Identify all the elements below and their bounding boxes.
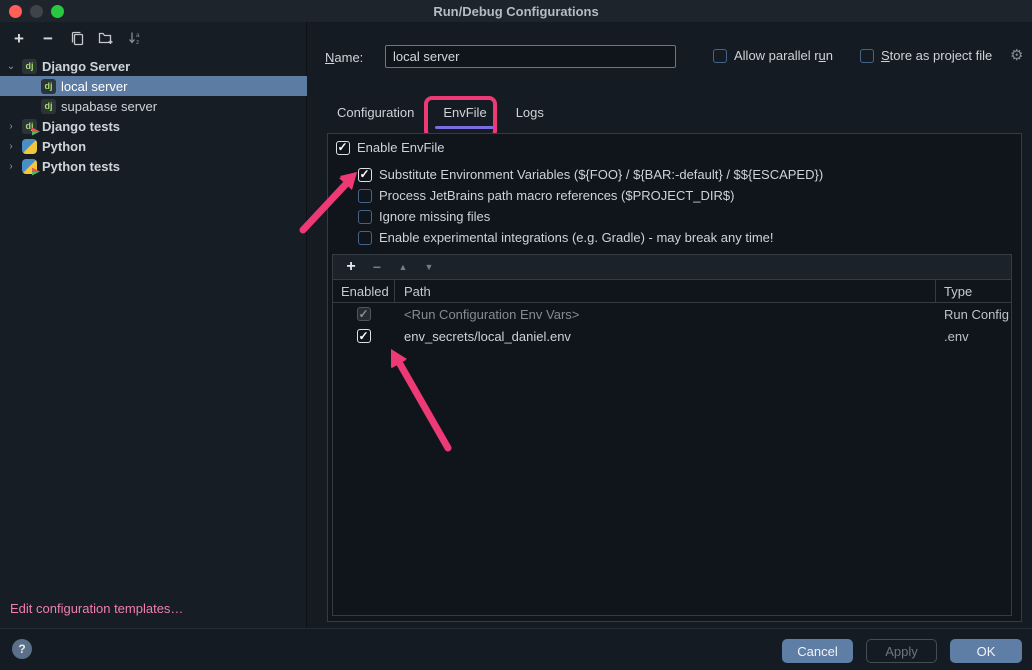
chevron-right-icon[interactable]: ›: [0, 161, 22, 172]
checkbox-icon[interactable]: [860, 49, 874, 63]
help-button[interactable]: ?: [12, 639, 32, 659]
chevron-right-icon[interactable]: ›: [0, 121, 22, 132]
zoom-window-button[interactable]: [51, 5, 64, 18]
chevron-down-icon[interactable]: ⌄: [0, 61, 22, 72]
django-icon: [22, 59, 37, 74]
tree-item-python[interactable]: › Python: [0, 136, 307, 156]
dialog-footer: ? Cancel Apply OK: [0, 628, 1032, 670]
checkbox-checked-icon[interactable]: [358, 168, 372, 182]
window-title: Run/Debug Configurations: [0, 4, 1032, 19]
column-header-path[interactable]: Path: [395, 280, 936, 302]
tree-item-python-tests[interactable]: › Python tests: [0, 156, 307, 176]
checkbox-icon[interactable]: [358, 189, 372, 203]
tab-logs[interactable]: Logs: [516, 105, 544, 129]
minimize-window-button[interactable]: [30, 5, 43, 18]
svg-text:z: z: [136, 39, 139, 46]
column-header-enabled[interactable]: Enabled: [333, 280, 395, 302]
move-up-icon[interactable]: ▲: [396, 260, 410, 274]
allow-parallel-run-checkbox[interactable]: Allow parallel run: [713, 48, 833, 63]
copy-icon[interactable]: [68, 29, 86, 47]
remove-icon[interactable]: −: [39, 29, 57, 47]
python-tests-icon: [22, 159, 37, 174]
name-input[interactable]: [385, 45, 676, 68]
cancel-button[interactable]: Cancel: [782, 639, 853, 663]
table-toolbar: + − ▲ ▼: [333, 255, 1011, 279]
tree-item-local-server[interactable]: local server: [0, 76, 307, 96]
column-header-type[interactable]: Type: [936, 280, 1011, 302]
tree-item-django-server[interactable]: ⌄ Django Server: [0, 56, 307, 76]
django-icon: [41, 99, 56, 114]
store-as-project-file-checkbox[interactable]: Store as project file: [860, 48, 992, 63]
tab-bar: Configuration EnvFile Logs: [337, 105, 544, 129]
new-folder-icon[interactable]: [97, 29, 115, 47]
python-icon: [22, 139, 37, 154]
django-tests-icon: [22, 119, 37, 134]
run-debug-configurations-dialog: Run/Debug Configurations + − az ⌄ Django…: [0, 0, 1032, 670]
name-label: Name:: [325, 50, 363, 65]
env-files-table: + − ▲ ▼ Enabled Path Type <Run Configura…: [332, 254, 1012, 616]
checkbox-icon[interactable]: [358, 231, 372, 245]
tree-item-django-tests[interactable]: › Django tests: [0, 116, 307, 136]
gear-icon[interactable]: ⚙: [1010, 48, 1026, 64]
checkbox-icon[interactable]: [713, 49, 727, 63]
remove-icon[interactable]: −: [370, 260, 384, 274]
edit-configuration-templates-link[interactable]: Edit configuration templates…: [10, 601, 183, 616]
move-down-icon[interactable]: ▼: [422, 260, 436, 274]
add-icon[interactable]: +: [10, 29, 28, 47]
checkbox-checked-disabled-icon: [357, 307, 371, 321]
add-icon[interactable]: +: [344, 260, 358, 274]
chevron-right-icon[interactable]: ›: [0, 141, 22, 152]
substitute-env-vars-checkbox[interactable]: Substitute Environment Variables (${FOO}…: [358, 167, 823, 182]
checkbox-checked-icon[interactable]: [336, 141, 350, 155]
process-path-macro-checkbox[interactable]: Process JetBrains path macro references …: [358, 188, 734, 203]
ignore-missing-files-checkbox[interactable]: Ignore missing files: [358, 209, 490, 224]
apply-button[interactable]: Apply: [866, 639, 937, 663]
svg-text:a: a: [136, 32, 140, 39]
title-bar: Run/Debug Configurations: [0, 0, 1032, 22]
table-row[interactable]: <Run Configuration Env Vars> Run Config: [333, 303, 1011, 325]
tree-item-supabase-server[interactable]: supabase server: [0, 96, 307, 116]
sidebar-toolbar: + − az: [0, 22, 306, 54]
table-header: Enabled Path Type: [333, 279, 1011, 303]
ok-button[interactable]: OK: [950, 639, 1022, 663]
django-icon: [41, 79, 56, 94]
experimental-integrations-checkbox[interactable]: Enable experimental integrations (e.g. G…: [358, 230, 774, 245]
checkbox-checked-icon[interactable]: [357, 329, 371, 343]
tab-envfile[interactable]: EnvFile: [443, 105, 486, 129]
tab-configuration[interactable]: Configuration: [337, 105, 414, 129]
configuration-tree: ⌄ Django Server local server supabase se…: [0, 56, 307, 176]
enable-envfile-checkbox[interactable]: Enable EnvFile: [336, 140, 444, 155]
sort-alpha-icon[interactable]: az: [126, 29, 144, 47]
table-row[interactable]: env_secrets/local_daniel.env .env: [333, 325, 1011, 347]
configurations-sidebar: + − az ⌄ Django Server local server: [0, 22, 307, 628]
checkbox-icon[interactable]: [358, 210, 372, 224]
close-window-button[interactable]: [9, 5, 22, 18]
